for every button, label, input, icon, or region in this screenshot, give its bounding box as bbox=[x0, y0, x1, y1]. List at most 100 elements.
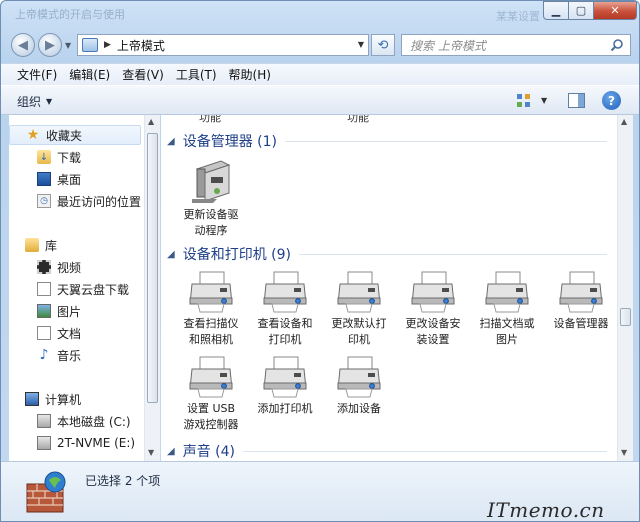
search-box[interactable]: 搜索 上帝模式 bbox=[401, 34, 631, 56]
collapse-chevron-icon[interactable]: ◢ bbox=[167, 446, 175, 457]
task-printer-item[interactable]: 扫描文档或 图片 bbox=[471, 270, 543, 348]
collapse-chevron-icon[interactable]: ◢ bbox=[167, 249, 175, 260]
close-icon: ✕ bbox=[610, 4, 620, 17]
sidebar-group-label: 收藏夹 bbox=[46, 128, 83, 143]
task-printer-item[interactable]: 更改默认打 印机 bbox=[323, 270, 395, 348]
breadcrumb-chevron-icon[interactable]: ▶ bbox=[104, 40, 111, 50]
sidebar-item-label: 2T-NVME (E:) bbox=[57, 436, 136, 450]
sidebar-item-documents[interactable]: 文档 bbox=[9, 323, 141, 343]
item-label: 功能 bbox=[347, 115, 369, 124]
sidebar-scrollbar[interactable]: ▲ ▼ bbox=[144, 115, 160, 461]
recent-pages-dropdown[interactable]: ▼ bbox=[65, 41, 71, 50]
task-printer-item[interactable]: 更改设备安 装设置 bbox=[397, 270, 469, 348]
menu-edit[interactable]: 编辑(E) bbox=[63, 66, 116, 83]
menu-file[interactable]: 文件(F) bbox=[11, 66, 63, 83]
scroll-down-icon[interactable]: ▼ bbox=[621, 448, 627, 457]
task-printer-item[interactable]: 设备管理器 bbox=[545, 270, 617, 332]
task-printer-item[interactable]: 查看设备和 打印机 bbox=[249, 270, 321, 348]
search-input[interactable]: 搜索 上帝模式 bbox=[410, 37, 486, 54]
help-button[interactable]: ? bbox=[602, 91, 621, 110]
section-device-manager[interactable]: ◢ 设备管理器 (1) bbox=[167, 132, 607, 150]
sidebar-item-label: 文档 bbox=[57, 326, 82, 341]
address-dropdown[interactable]: ▼ bbox=[358, 40, 364, 49]
item-label: 功能 bbox=[199, 115, 221, 124]
task-update-driver[interactable]: 更新设备驱 动程序 bbox=[175, 155, 247, 239]
task-printer-item[interactable]: 查看扫描仪 和照相机 bbox=[175, 270, 247, 348]
minimize-button[interactable]: ▁ bbox=[543, 1, 569, 20]
refresh-button[interactable]: ⟲ bbox=[371, 34, 395, 56]
scroll-up-icon[interactable]: ▲ bbox=[621, 117, 627, 126]
task-printer-item[interactable]: 添加打印机 bbox=[249, 355, 321, 417]
task-label: 更改设备安 bbox=[405, 317, 461, 330]
preview-pane-icon[interactable] bbox=[568, 93, 585, 108]
sidebar-item-desktop[interactable]: 桌面 bbox=[9, 169, 141, 189]
close-button[interactable]: ✕ bbox=[594, 1, 637, 20]
back-button[interactable]: ◀ bbox=[11, 33, 35, 57]
search-icon[interactable] bbox=[610, 38, 624, 52]
organize-button[interactable]: 组织 ▼ bbox=[17, 93, 52, 110]
chevron-down-icon: ▼ bbox=[46, 97, 53, 106]
window-title: 上帝模式的开启与使用 bbox=[15, 8, 125, 21]
maximize-icon: ▢ bbox=[575, 4, 587, 17]
breadcrumb-location[interactable]: 上帝模式 bbox=[117, 37, 165, 54]
sidebar-group-favorites[interactable]: ★ 收藏夹 bbox=[9, 125, 141, 145]
sidebar-item-recent-places[interactable]: ◷ 最近访问的位置 bbox=[9, 191, 141, 211]
forward-button[interactable]: ▶ bbox=[38, 33, 62, 57]
task-printer-item[interactable]: 设置 USB 游戏控制器 bbox=[175, 355, 247, 433]
watermark-text: ITmemo.cn bbox=[487, 498, 605, 522]
section-divider bbox=[242, 450, 607, 452]
download-folder-icon: ↓ bbox=[37, 150, 51, 164]
menu-bar: 文件(F) 编辑(E) 查看(V) 工具(T) 帮助(H) bbox=[1, 63, 639, 85]
sidebar-scroll-thumb[interactable] bbox=[147, 133, 158, 403]
section-sound[interactable]: ◢ 声音 (4) bbox=[167, 442, 607, 460]
sidebar-item-label: 视频 bbox=[57, 260, 82, 275]
document-icon bbox=[37, 326, 51, 340]
sidebar-group-libraries[interactable]: 库 bbox=[9, 235, 141, 255]
windows-drive-icon bbox=[37, 414, 51, 428]
section-divider bbox=[284, 140, 607, 142]
navigation-bar: ◀ ▶ ▼ ▶ 上帝模式 ▼ ⟲ 搜索 上帝模式 bbox=[1, 27, 639, 63]
task-label: 设置 USB bbox=[186, 402, 236, 415]
arrow-left-icon: ◀ bbox=[18, 37, 28, 53]
change-view-icon[interactable] bbox=[516, 93, 531, 108]
task-label: 查看扫描仪 bbox=[183, 317, 239, 330]
control-panel-icon bbox=[82, 38, 98, 52]
sidebar-group-label: 库 bbox=[45, 238, 58, 253]
menu-help[interactable]: 帮助(H) bbox=[223, 66, 277, 83]
sidebar-item-drive-e[interactable]: 2T-NVME (E:) bbox=[9, 433, 141, 453]
sidebar-item-music[interactable]: ♪ 音乐 bbox=[9, 345, 141, 365]
task-printer-item[interactable]: 添加设备 bbox=[323, 355, 395, 417]
maximize-button[interactable]: ▢ bbox=[569, 1, 594, 20]
printer-icon bbox=[559, 271, 603, 313]
scroll-up-icon[interactable]: ▲ bbox=[148, 117, 154, 126]
sidebar-group-computer[interactable]: 计算机 bbox=[9, 389, 141, 409]
section-devices-and-printers[interactable]: ◢ 设备和打印机 (9) bbox=[167, 245, 607, 263]
task-label: 图片 bbox=[496, 333, 518, 346]
sidebar-item-cloud-downloads[interactable]: 天翼云盘下载 bbox=[9, 279, 141, 299]
address-bar[interactable]: ▶ 上帝模式 ▼ bbox=[77, 34, 369, 56]
sidebar-group-label: 计算机 bbox=[45, 392, 82, 407]
arrow-right-icon: ▶ bbox=[45, 37, 55, 53]
sidebar-item-videos[interactable]: 视频 bbox=[9, 257, 141, 277]
printer-icon bbox=[263, 271, 307, 313]
menu-tools[interactable]: 工具(T) bbox=[170, 66, 223, 83]
collapse-chevron-icon[interactable]: ◢ bbox=[167, 136, 175, 147]
details-pane: 已选择 2 个项 ITmemo.cn bbox=[1, 461, 639, 522]
title-bar: 上帝模式的开启与使用 某某设置 ▁ ▢ ✕ bbox=[1, 1, 639, 27]
content-scrollbar[interactable]: ▲ ▼ bbox=[617, 115, 633, 461]
scroll-down-icon[interactable]: ▼ bbox=[148, 448, 154, 457]
content-scroll-thumb[interactable] bbox=[620, 308, 631, 326]
task-label: 添加打印机 bbox=[257, 402, 313, 415]
view-options-dropdown[interactable]: ▼ bbox=[541, 96, 547, 105]
task-label: 查看设备和 bbox=[257, 317, 313, 330]
sidebar-item-pictures[interactable]: 图片 bbox=[9, 301, 141, 321]
sidebar-item-drive-c[interactable]: 本地磁盘 (C:) bbox=[9, 411, 141, 431]
menu-view[interactable]: 查看(V) bbox=[116, 66, 170, 83]
sidebar-item-label: 本地磁盘 (C:) bbox=[57, 414, 131, 429]
sidebar-item-downloads[interactable]: ↓ 下载 bbox=[9, 147, 141, 167]
task-label: 游戏控制器 bbox=[183, 418, 239, 431]
help-icon: ? bbox=[608, 93, 615, 108]
sidebar-item-label: 下载 bbox=[57, 150, 82, 165]
section-title: 设备管理器 (1) bbox=[182, 134, 277, 150]
library-icon bbox=[25, 238, 39, 252]
